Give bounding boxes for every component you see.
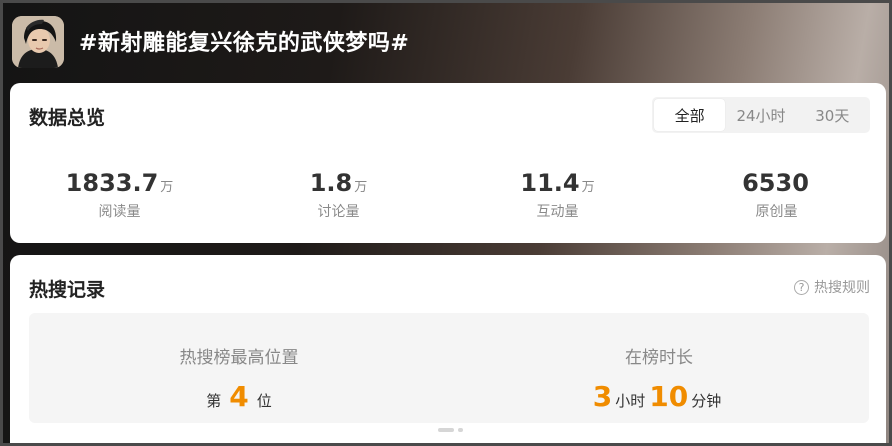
duration-hours: 3 [592, 380, 613, 413]
rules-label: 热搜规则 [814, 280, 870, 296]
duration-title: 在榜时长 [625, 348, 693, 368]
stat-reads: 1833.7 万 阅读量 [10, 169, 229, 221]
duration-minutes: 10 [649, 380, 689, 413]
stats-row: 1833.7 万 阅读量 1.8 万 讨论量 11.4 万 互动量 6530 原… [10, 169, 886, 221]
tab-24h[interactable]: 24小时 [725, 99, 796, 131]
hot-search-card: 热搜记录 ? 热搜规则 热搜榜最高位置 第 4 位 在榜时长 3 小时 10 分… [10, 255, 886, 443]
stat-unit: 万 [354, 180, 368, 195]
stat-value: 1833.7 [65, 169, 159, 197]
stat-label: 阅读量 [98, 204, 141, 220]
hot-search-stats: 热搜榜最高位置 第 4 位 在榜时长 3 小时 10 分钟 [29, 313, 869, 423]
stat-unit: 万 [581, 180, 595, 195]
question-icon: ? [794, 279, 809, 295]
peak-position: 热搜榜最高位置 第 4 位 [29, 313, 449, 423]
peak-position-title: 热搜榜最高位置 [179, 348, 299, 368]
stat-value: 11.4 [520, 169, 580, 197]
on-list-duration: 在榜时长 3 小时 10 分钟 [449, 313, 869, 423]
pager-dot [458, 428, 463, 432]
stat-label: 互动量 [536, 204, 579, 220]
stat-value: 1.8 [309, 169, 353, 197]
peak-prefix: 第 [206, 392, 222, 410]
overview-card: 数据总览 全部 24小时 30天 1833.7 万 阅读量 1.8 万 讨论量 [10, 83, 886, 243]
topic-card-frame: #新射雕能复兴徐克的武侠梦吗# 数据总览 全部 24小时 30天 1833.7 … [0, 0, 892, 446]
peak-value: 4 [229, 380, 249, 413]
pager-indicator [438, 428, 463, 432]
hot-search-rules-link[interactable]: ? 热搜规则 [794, 277, 870, 297]
stat-discussions: 1.8 万 讨论量 [229, 169, 448, 221]
pager-dot [438, 428, 454, 432]
stat-label: 讨论量 [317, 204, 360, 220]
tab-all[interactable]: 全部 [654, 99, 726, 131]
duration-hours-unit: 小时 [615, 392, 646, 410]
hot-search-title: 热搜记录 [29, 279, 106, 301]
topic-header: #新射雕能复兴徐克的武侠梦吗# [3, 3, 889, 83]
portrait-image [12, 16, 64, 68]
tab-30d[interactable]: 30天 [797, 99, 868, 131]
topic-avatar[interactable] [12, 16, 64, 68]
time-range-tabs: 全部 24小时 30天 [652, 97, 870, 133]
stat-value: 6530 [742, 169, 809, 197]
duration-minutes-unit: 分钟 [691, 392, 722, 410]
topic-title: #新射雕能复兴徐克的武侠梦吗# [79, 31, 410, 56]
peak-suffix: 位 [256, 392, 272, 410]
stat-interactions: 11.4 万 互动量 [448, 169, 667, 221]
overview-title: 数据总览 [29, 107, 106, 129]
stat-label: 原创量 [755, 204, 798, 220]
stat-originals: 6530 原创量 [667, 169, 886, 221]
stat-unit: 万 [160, 180, 174, 195]
